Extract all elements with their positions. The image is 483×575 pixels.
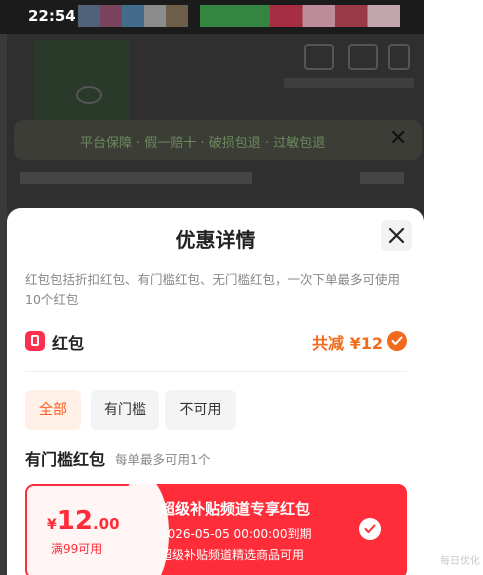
close-button[interactable]: [381, 220, 412, 251]
close-icon: [388, 227, 405, 244]
section-title: 有门槛红包: [25, 450, 106, 469]
coupon-card[interactable]: ¥12.00 满99可用 超级补贴频道专享红包 2026-05-05 00:00…: [25, 484, 407, 575]
red-packet-description: 红包包括折扣红包、有门槛红包、无门槛红包，一次下单最多可使用10个红包: [25, 272, 401, 307]
coupon-amount-dec: .00: [92, 515, 120, 533]
section-subtitle: 每单最多可用1个: [115, 452, 211, 467]
red-packet-row[interactable]: 红包 共减 ¥12: [25, 328, 407, 356]
watermark: 每日优化: [440, 556, 480, 567]
product-thumbnail: [34, 40, 129, 122]
sheet-title: 优惠详情: [175, 228, 256, 252]
blurred-text: [20, 172, 252, 184]
thumbnail-logo: [76, 86, 102, 104]
tab-threshold[interactable]: 有门槛: [91, 390, 159, 430]
status-bar: 22:54: [0, 0, 424, 34]
share-icon: [304, 44, 334, 70]
discount-details-sheet: 优惠详情 红包包括折扣红包、有门槛红包、无门槛红包，一次下单最多可使用10个红包…: [7, 208, 424, 575]
divider: [25, 371, 407, 372]
red-packet-total: 共减 ¥12: [312, 330, 383, 354]
coupon-title: 超级补贴频道专享红包: [160, 500, 311, 518]
notice-close-icon[interactable]: ✕: [389, 126, 407, 152]
coupon-scope: 超级补贴频道精选商品可用: [160, 548, 305, 562]
total-amount: ¥12: [349, 334, 383, 353]
status-time: 22:54: [28, 7, 76, 25]
cart-icon: [388, 44, 410, 70]
blurred-notification-icons: [270, 5, 400, 27]
right-margin: [424, 0, 483, 575]
red-packet-icon: [25, 331, 45, 351]
red-packet-label: 红包: [52, 334, 85, 353]
blurred-text: [360, 172, 404, 184]
phone-screen: 22:54 平台保障 · 假一赔十 · 破损包退 · 过敏包退 ✕ 优惠详情 红…: [0, 0, 424, 575]
blurred-notification-icons: [78, 5, 188, 27]
tab-all[interactable]: 全部: [25, 390, 81, 430]
guarantee-notice-text: 平台保障 · 假一赔十 · 破损包退 · 过敏包退: [80, 136, 326, 151]
coupon-currency: ¥: [47, 517, 57, 533]
blurred-notification-icons: [200, 5, 270, 27]
coupon-expiry: 2026-05-05 00:00:00到期: [160, 527, 312, 541]
tab-unavailable[interactable]: 不可用: [165, 390, 236, 430]
coupon-selected-check-icon[interactable]: [359, 518, 381, 540]
icon-labels-blurred: [284, 78, 414, 88]
coupon-amount-int: 12: [56, 506, 93, 536]
red-packet-check-icon[interactable]: [387, 331, 407, 351]
service-icon: [348, 44, 378, 70]
total-prefix: 共减: [312, 334, 345, 353]
coupon-amount: ¥12.00: [47, 506, 120, 536]
coupon-condition: 满99可用: [51, 542, 103, 556]
